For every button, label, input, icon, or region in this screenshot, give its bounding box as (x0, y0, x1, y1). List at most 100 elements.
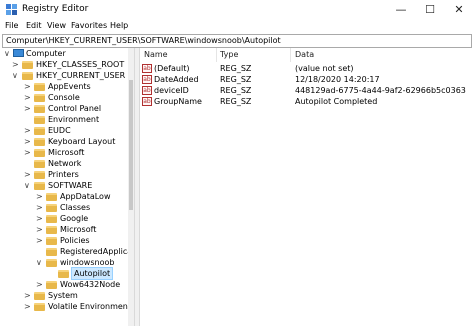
tree-node-label: Printers (48, 170, 79, 179)
tree-node-label: Network (48, 159, 82, 168)
value-data: (value not set) (295, 64, 354, 73)
tree-node-label: Microsoft (48, 148, 85, 157)
tree-node-label: Microsoft (60, 225, 97, 234)
minimize-button[interactable]: — (386, 0, 416, 20)
expand-icon[interactable]: > (24, 136, 32, 147)
folder-icon (34, 292, 45, 300)
values-list: Name Type Data ab (Default) REG_SZ (valu… (140, 48, 474, 326)
expand-icon[interactable]: > (24, 290, 32, 301)
tree-node-label: SOFTWARE (48, 181, 93, 190)
maximize-button[interactable]: ☐ (415, 0, 445, 20)
address-bar[interactable]: Computer\HKEY_CURRENT_USER\SOFTWARE\wind… (2, 34, 472, 48)
value-type: REG_SZ (220, 75, 252, 84)
value-type: REG_SZ (220, 64, 252, 73)
value-row[interactable]: ab deviceID REG_SZ 448129ad-6775-4a44-9a… (140, 85, 474, 96)
tree-node-label-selected: Autopilot (70, 267, 114, 280)
expand-icon[interactable]: > (36, 191, 44, 202)
folder-icon (34, 138, 45, 146)
value-row[interactable]: ab GroupName REG_SZ Autopilot Completed (140, 96, 474, 107)
column-header-name[interactable]: Name (144, 50, 168, 59)
collapse-icon[interactable]: ∨ (12, 70, 20, 81)
value-type: REG_SZ (220, 86, 252, 95)
string-value-icon: ab (142, 86, 152, 95)
folder-icon (46, 237, 57, 245)
tree-node-label: HKEY_CURRENT_USER (36, 71, 126, 80)
tree-node-label: HKEY_CLASSES_ROOT (36, 60, 125, 69)
expand-icon[interactable]: > (24, 81, 32, 92)
folder-icon (34, 303, 45, 311)
menu-edit[interactable]: Edit (26, 21, 42, 30)
tree-node-label: System (48, 291, 78, 300)
folder-icon (46, 215, 57, 223)
value-type: REG_SZ (220, 97, 252, 106)
collapse-icon[interactable]: ∨ (4, 48, 12, 59)
expand-icon[interactable]: > (12, 59, 20, 70)
tree-node-label: Volatile Environment (48, 302, 131, 311)
tree-node-label: Classes (60, 203, 91, 212)
expand-icon[interactable]: > (24, 301, 32, 312)
string-value-icon: ab (142, 64, 152, 73)
tree-node-label: EUDC (48, 126, 71, 135)
tree-node-label: windowsnoob (60, 258, 115, 267)
folder-icon (34, 127, 45, 135)
column-divider[interactable] (216, 48, 217, 62)
folder-icon (34, 171, 45, 179)
string-value-icon: ab (142, 97, 152, 106)
expander-placeholder (36, 246, 44, 257)
value-data: 12/18/2020 14:20:17 (295, 75, 380, 84)
folder-icon (46, 248, 57, 256)
tree-node-label: RegisteredApplicatio (60, 247, 134, 256)
folder-icon (34, 116, 45, 124)
tree-scrollbar-thumb[interactable] (129, 80, 133, 210)
tree-node-label: Wow6432Node (60, 280, 121, 289)
window-title: Registry Editor (22, 4, 89, 14)
expand-icon[interactable]: > (36, 202, 44, 213)
expand-icon[interactable]: > (24, 92, 32, 103)
menu-help[interactable]: Help (110, 21, 128, 30)
value-data: 448129ad-6775-4a44-9af2-62966b5c0363 (295, 86, 466, 95)
folder-icon (46, 226, 57, 234)
expander-placeholder (24, 158, 32, 169)
value-row[interactable]: ab (Default) REG_SZ (value not set) (140, 63, 474, 74)
menu-favorites[interactable]: Favorites (71, 21, 107, 30)
expand-icon[interactable]: > (36, 224, 44, 235)
menu-bar: File Edit View Favorites Help (0, 20, 474, 34)
folder-icon (34, 160, 45, 168)
menu-view[interactable]: View (47, 21, 66, 30)
folder-icon (34, 105, 45, 113)
folder-icon (46, 204, 57, 212)
close-button[interactable]: ✕ (444, 0, 474, 20)
collapse-icon[interactable]: ∨ (36, 257, 44, 268)
expand-icon[interactable]: > (24, 125, 32, 136)
expand-icon[interactable]: > (24, 103, 32, 114)
tree-node-label: Console (48, 93, 80, 102)
column-header-data[interactable]: Data (295, 50, 314, 59)
registry-editor-icon (6, 4, 17, 15)
folder-icon (46, 281, 57, 289)
expand-icon[interactable]: > (36, 235, 44, 246)
folder-icon (22, 72, 33, 80)
column-header-type[interactable]: Type (220, 50, 238, 59)
menu-file[interactable]: File (5, 21, 18, 30)
value-name: GroupName (154, 97, 202, 106)
tree-node-label: Environment (48, 115, 100, 124)
expand-icon[interactable]: > (36, 279, 44, 290)
folder-icon (34, 94, 45, 102)
value-row[interactable]: ab DateAdded REG_SZ 12/18/2020 14:20:17 (140, 74, 474, 85)
value-data: Autopilot Completed (295, 97, 378, 106)
collapse-icon[interactable]: ∨ (24, 180, 32, 191)
folder-icon (34, 83, 45, 91)
expand-icon[interactable]: > (24, 147, 32, 158)
column-divider[interactable] (290, 48, 291, 62)
expander-placeholder (24, 114, 32, 125)
computer-icon (13, 49, 24, 57)
folder-open-icon (46, 259, 57, 267)
tree-node-label: Google (60, 214, 89, 223)
expand-icon[interactable]: > (24, 169, 32, 180)
folder-icon (58, 270, 69, 278)
title-bar: Registry Editor — ☐ ✕ (0, 0, 474, 20)
value-name: DateAdded (154, 75, 199, 84)
string-value-icon: ab (142, 75, 152, 84)
expand-icon[interactable]: > (36, 213, 44, 224)
tree-node-label: Control Panel (48, 104, 102, 113)
